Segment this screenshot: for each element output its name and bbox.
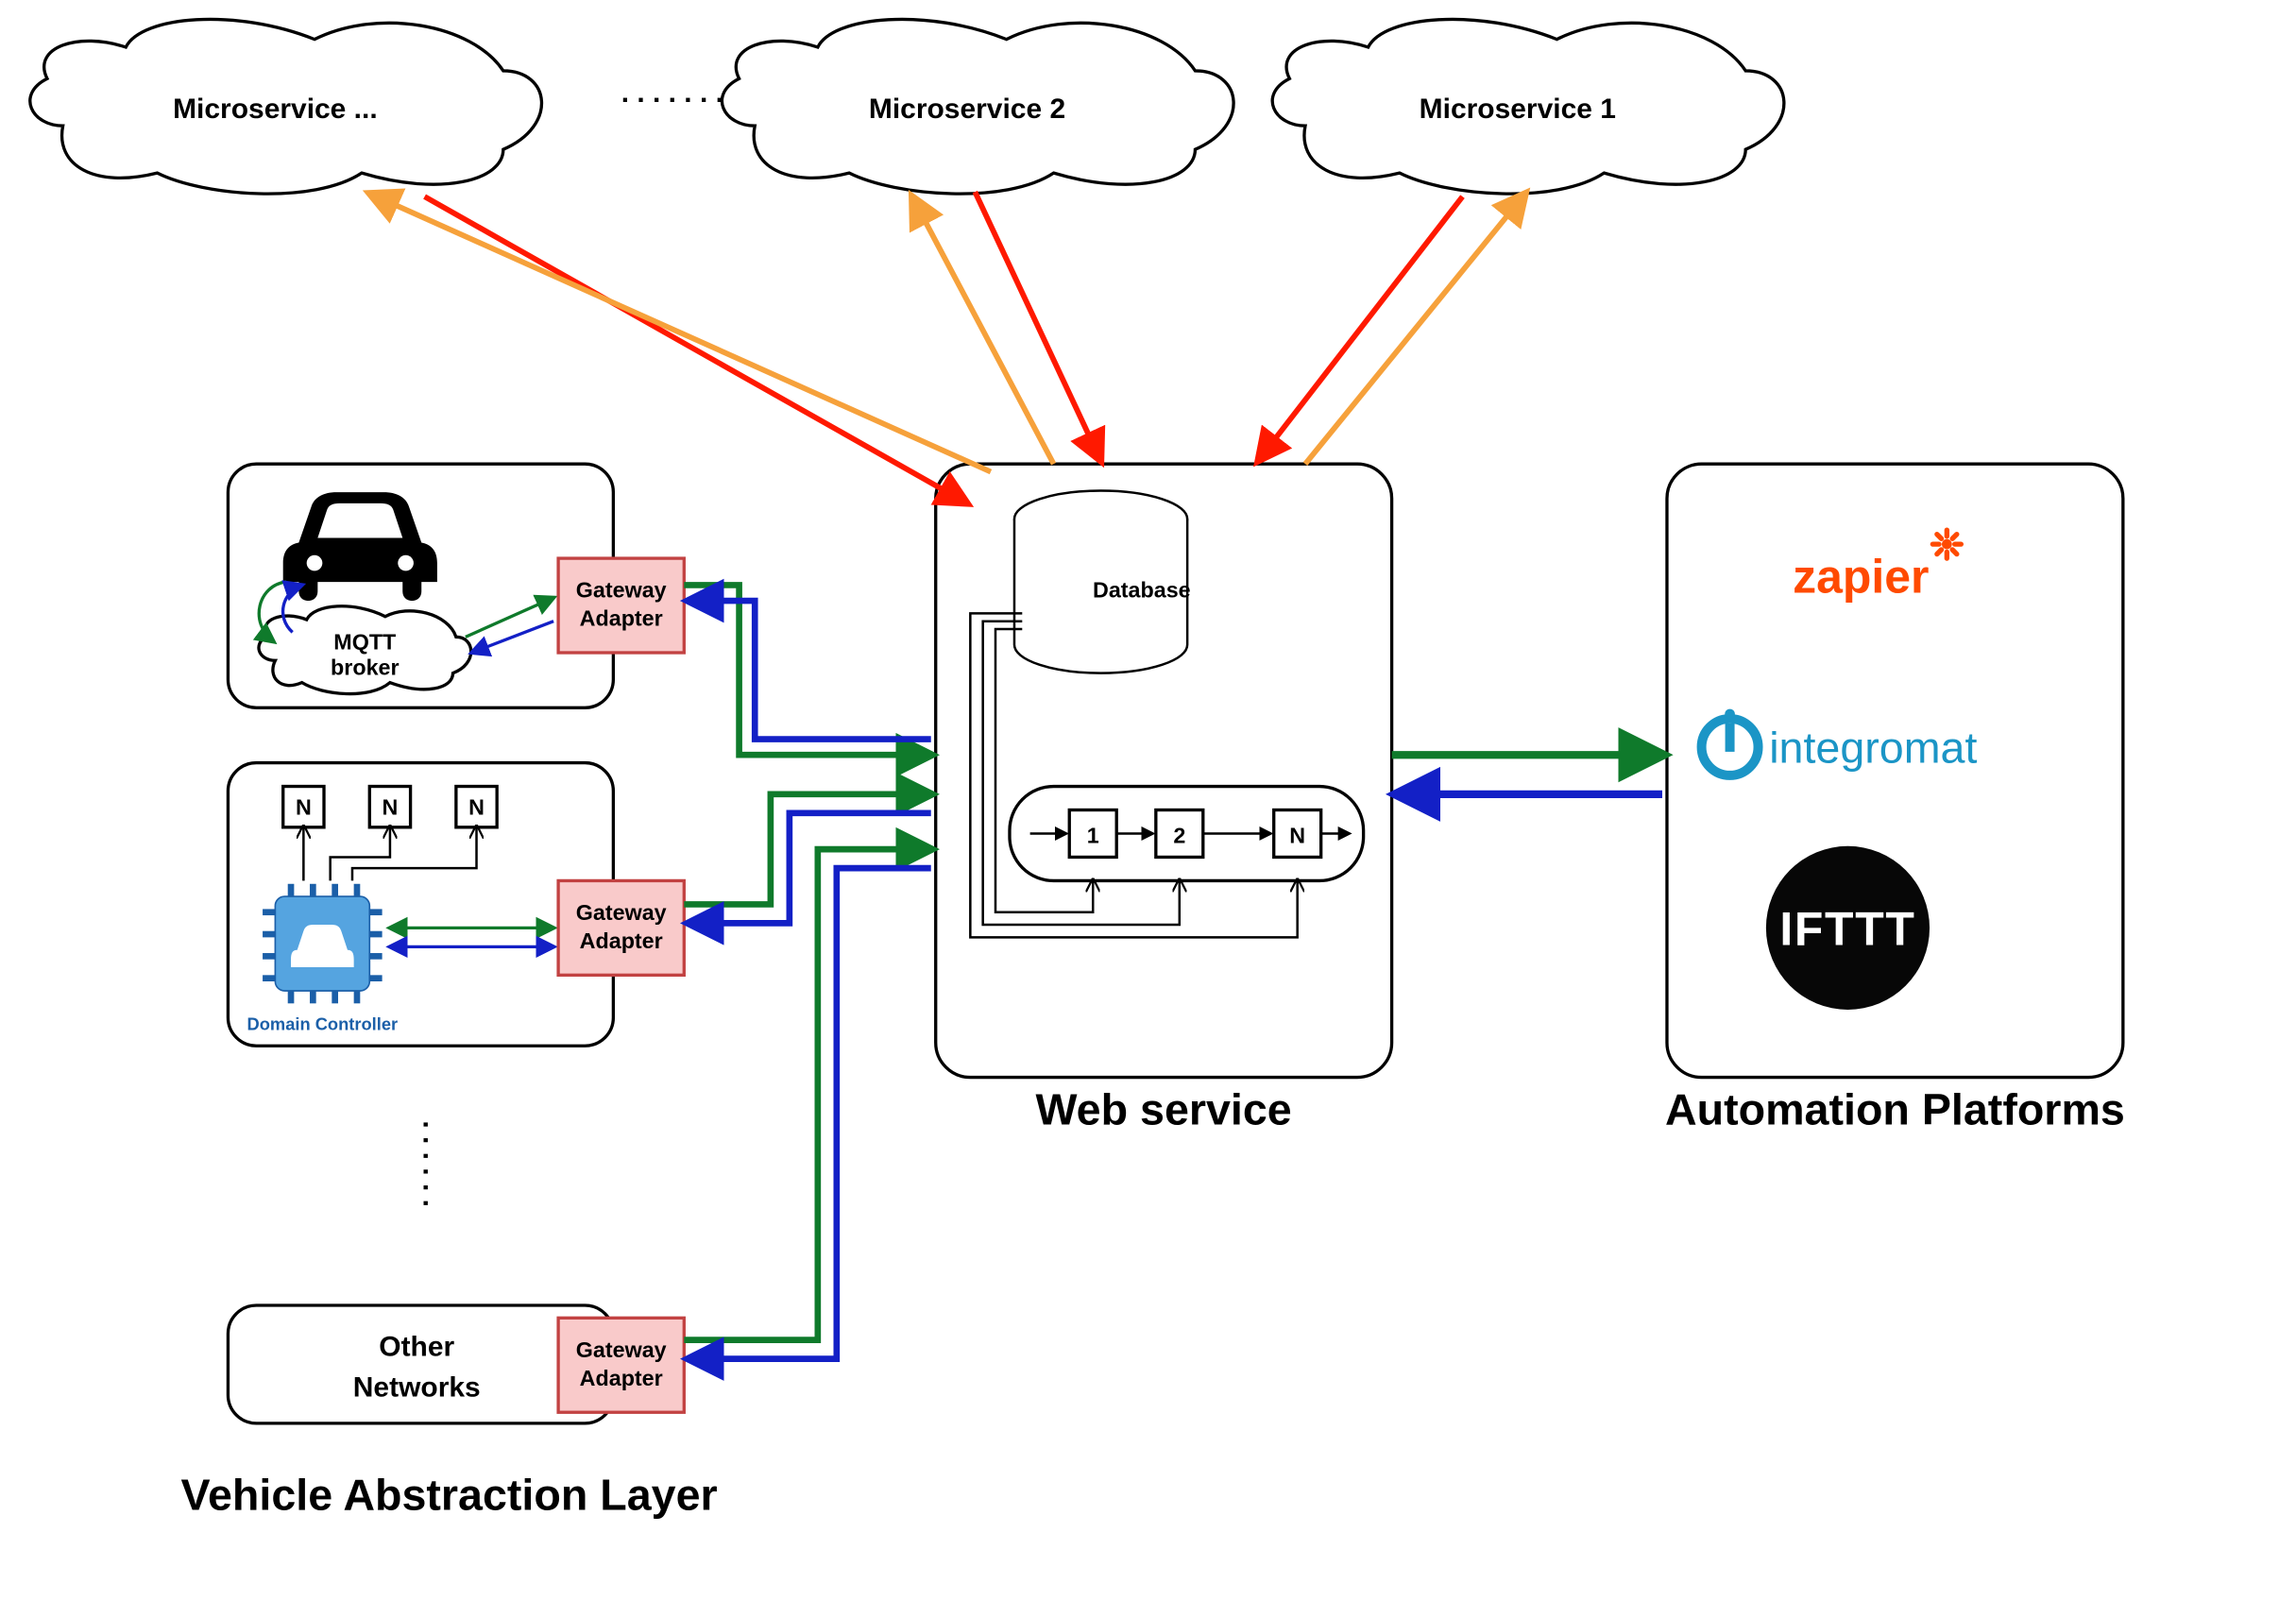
- gateway1-l2: Adapter: [580, 606, 663, 631]
- arrow-ws-to-gw1-blue: [689, 601, 930, 740]
- arrow-msn-down: [425, 196, 967, 503]
- cloud-microservice-1: Microservice 1: [1272, 19, 1784, 194]
- mqtt-line1: MQTT: [333, 630, 396, 655]
- other-l1: Other: [379, 1331, 454, 1362]
- ifttt-logo: IFTTT: [1766, 846, 1930, 1010]
- gateway3-l1: Gateway: [576, 1337, 667, 1362]
- arrow-ms1-down: [1258, 196, 1462, 461]
- vehicle-box-domainctrl: N N N Domain Controller: [228, 763, 613, 1047]
- vehicle-vdots: . . . . . .: [417, 1120, 448, 1207]
- arrow-ms2-down: [975, 192, 1100, 461]
- gateway-adapter-3: Gateway Adapter: [558, 1318, 684, 1412]
- node-n1: N: [296, 795, 312, 820]
- cloud-dots: . . . . . . .: [621, 77, 723, 109]
- web-service-title: Web service: [1036, 1085, 1292, 1134]
- cloud-ms-2-label: Microservice 2: [869, 94, 1065, 125]
- cloud-ms-1-label: Microservice 1: [1420, 94, 1616, 125]
- domainctrl-label: Domain Controller: [247, 1014, 399, 1034]
- gateway2-l1: Gateway: [576, 900, 667, 925]
- ifttt-text: IFTTT: [1779, 903, 1915, 956]
- vehicle-box-other: Other Networks: [228, 1305, 613, 1423]
- arrow-msn-up: [369, 194, 991, 472]
- web-service-panel: Web service Database 1 2 N: [936, 464, 1392, 1133]
- mqtt-broker-icon: MQTT broker: [259, 606, 471, 694]
- database-label: Database: [1093, 578, 1191, 603]
- automation-title: Automation Platforms: [1665, 1085, 2125, 1134]
- automation-platforms-panel: Automation Platforms zapier integromat I…: [1665, 464, 2125, 1133]
- node-n2: N: [383, 795, 399, 820]
- cloud-microservice-n: Microservice ...: [30, 19, 542, 194]
- arrow-ws-to-gw3-blue: [689, 868, 930, 1358]
- database-icon: Database: [1014, 490, 1191, 673]
- gateway2-l2: Adapter: [580, 928, 663, 953]
- chip-icon: [263, 884, 383, 1004]
- node-n3: N: [468, 795, 485, 820]
- other-l2: Networks: [353, 1372, 481, 1404]
- gateway3-l2: Adapter: [580, 1366, 663, 1390]
- mqtt-line2: broker: [331, 655, 400, 679]
- vehicle-layer-title: Vehicle Abstraction Layer: [180, 1470, 717, 1519]
- arrow-gw1-to-ws-green: [684, 585, 930, 755]
- gateway1-l1: Gateway: [576, 578, 667, 603]
- zapier-text: zapier: [1793, 551, 1929, 604]
- pipeline-1: 1: [1087, 823, 1099, 847]
- gateway-adapter-1: Gateway Adapter: [558, 558, 684, 653]
- cloud-ms-n-label: Microservice ...: [173, 94, 378, 125]
- architecture-diagram: Microservice ... . . . . . . . Microserv…: [0, 0, 2296, 1573]
- arrow-ms1-up: [1305, 194, 1525, 464]
- integromat-text: integromat: [1769, 724, 1977, 773]
- pipeline: 1 2 N: [1010, 787, 1364, 881]
- vehicle-box-mqtt: MQTT broker: [228, 464, 613, 707]
- pipeline-2: 2: [1173, 823, 1185, 847]
- gateway-adapter-2: Gateway Adapter: [558, 880, 684, 975]
- pipeline-n: N: [1289, 823, 1305, 847]
- cloud-microservice-2: Microservice 2: [722, 19, 1233, 194]
- arrow-ms2-up: [912, 196, 1054, 464]
